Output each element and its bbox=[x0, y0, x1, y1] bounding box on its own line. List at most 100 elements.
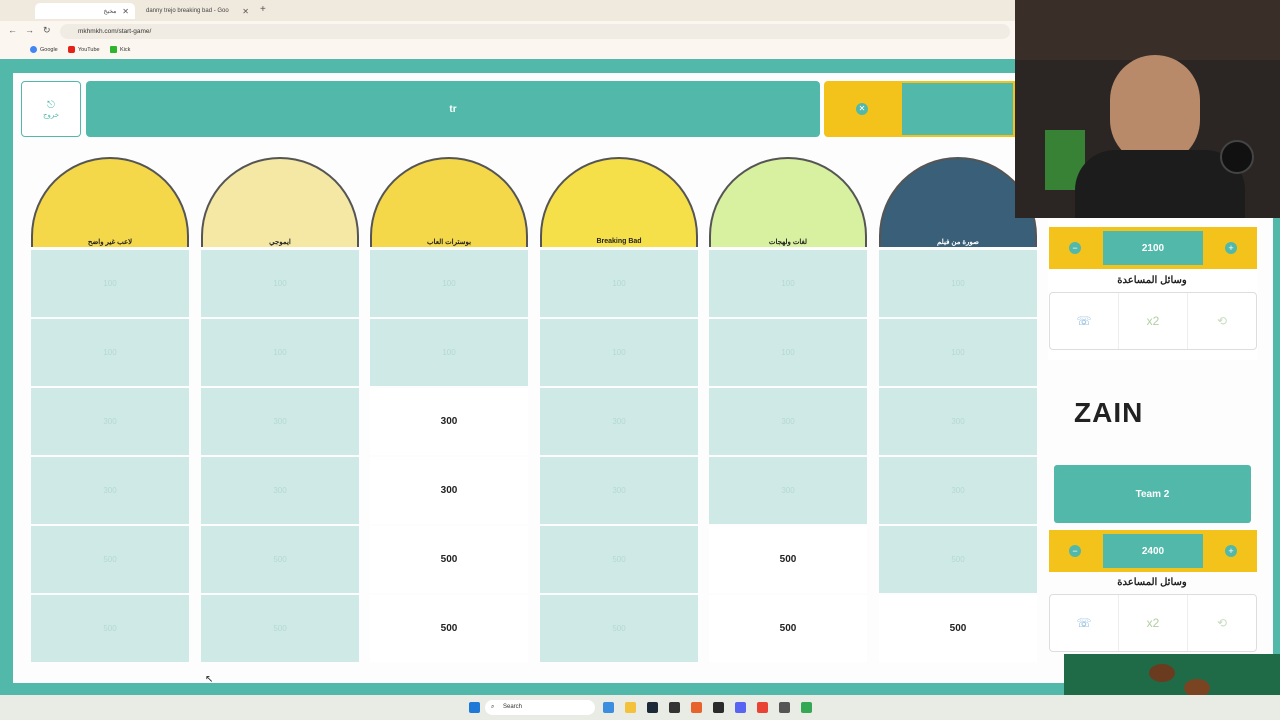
team2-score-bar: − 2400 + bbox=[1049, 530, 1257, 572]
question-cell: 500 bbox=[879, 526, 1037, 593]
mouse-cursor-icon: ↖ bbox=[205, 674, 214, 685]
reload-icon[interactable]: ↻ bbox=[43, 25, 51, 36]
taskbar-search[interactable]: ⌕ Search bbox=[485, 700, 595, 715]
question-cell: 100 bbox=[370, 250, 528, 317]
tab-search[interactable]: danny trejo breaking bad - Goo ✕ bbox=[140, 3, 255, 19]
question-cell: 300 bbox=[201, 388, 359, 455]
youtube-icon bbox=[68, 46, 75, 53]
close-icon[interactable]: ✕ bbox=[242, 7, 249, 16]
question-cell: 300 bbox=[709, 457, 867, 524]
question-cell: 300 bbox=[879, 457, 1037, 524]
category-label: لغات ولهجات bbox=[768, 239, 808, 246]
double-x2-icon[interactable]: x2 bbox=[1119, 293, 1188, 349]
webcam-overlay bbox=[1015, 0, 1280, 218]
team1-score-bar: − 2100 + bbox=[1049, 227, 1257, 269]
sponsor-logo: ZAIN bbox=[1074, 397, 1144, 428]
close-icon[interactable]: ✕ bbox=[122, 7, 129, 16]
back-icon[interactable]: ← bbox=[8, 25, 17, 35]
exit-icon: ⎋ bbox=[47, 99, 55, 111]
app-icon[interactable] bbox=[669, 702, 680, 713]
minus-icon[interactable]: − bbox=[1069, 545, 1081, 557]
bookmark-google[interactable]: Google bbox=[30, 46, 58, 53]
question-cell: 500 bbox=[201, 595, 359, 662]
turn-icon: ✕ bbox=[856, 103, 868, 115]
question-cell: 100 bbox=[540, 319, 698, 386]
bookmark-kick[interactable]: Kick bbox=[110, 46, 130, 53]
forward-icon[interactable]: → bbox=[25, 25, 34, 35]
question-cell: 100 bbox=[370, 319, 528, 386]
turn-indicator: ✕ bbox=[824, 81, 900, 137]
discord-icon[interactable] bbox=[735, 702, 746, 713]
phone-icon[interactable]: ☏ bbox=[1050, 293, 1119, 349]
question-cell: 100 bbox=[709, 319, 867, 386]
team2-name: Team 2 bbox=[1054, 465, 1251, 523]
bookmark-label: Kick bbox=[120, 46, 131, 53]
tab-game[interactable]: مخيخ ✕ bbox=[35, 3, 135, 19]
question-cell: 300 bbox=[540, 457, 698, 524]
team2-score: 2400 bbox=[1103, 534, 1203, 568]
question-cell: 500 bbox=[201, 526, 359, 593]
helpers-title: وسائل المساعدة bbox=[1117, 275, 1187, 286]
question-cell[interactable]: 300 bbox=[370, 457, 528, 524]
bookmark-label: Google bbox=[40, 46, 58, 53]
question-cell[interactable]: 500 bbox=[370, 595, 528, 662]
team1-helpers: ☏ x2 ⟲ bbox=[1049, 292, 1257, 350]
taskbar: ⌕ Search bbox=[0, 695, 1280, 720]
obs-icon[interactable] bbox=[713, 702, 724, 713]
team1-score: 2100 bbox=[1103, 231, 1203, 265]
plus-icon[interactable]: + bbox=[260, 4, 266, 15]
question-cell: 100 bbox=[201, 250, 359, 317]
swap-icon[interactable]: ⟲ bbox=[1188, 293, 1256, 349]
exit-label: خروج bbox=[42, 111, 60, 119]
question-cell: 300 bbox=[31, 388, 189, 455]
helpers-title: وسائل المساعدة bbox=[1117, 577, 1187, 588]
edge-icon[interactable] bbox=[603, 702, 614, 713]
swap-icon[interactable]: ⟲ bbox=[1188, 595, 1256, 651]
question-cell: 300 bbox=[709, 388, 867, 455]
team1-panel: − 2100 + وسائل المساعدة ☏ x2 ⟲ bbox=[1048, 220, 1258, 360]
plus-icon[interactable]: + bbox=[1225, 242, 1237, 254]
question-cell[interactable]: 500 bbox=[370, 526, 528, 593]
minus-icon[interactable]: − bbox=[1069, 242, 1081, 254]
question-cell: 100 bbox=[201, 319, 359, 386]
question-cell[interactable]: 500 bbox=[879, 595, 1037, 662]
question-cell: 100 bbox=[709, 250, 867, 317]
exit-button[interactable]: ⎋ خروج bbox=[21, 81, 81, 137]
question-cell: 100 bbox=[540, 250, 698, 317]
search-icon: ⌕ bbox=[491, 704, 495, 710]
question-cell[interactable]: 500 bbox=[709, 595, 867, 662]
chrome-icon[interactable] bbox=[757, 702, 768, 713]
category-label: ايموجي bbox=[269, 239, 291, 246]
category-label: بوسترات العاب bbox=[426, 239, 472, 246]
steam-icon[interactable] bbox=[647, 702, 658, 713]
app-icon[interactable] bbox=[779, 702, 790, 713]
url-field[interactable]: mkhmkh.com/start-game/ bbox=[60, 24, 1010, 39]
team2-helpers: ☏ x2 ⟲ bbox=[1049, 594, 1257, 652]
question-cell[interactable]: 300 bbox=[370, 388, 528, 455]
bookmark-label: YouTube bbox=[78, 46, 100, 53]
question-cell: 300 bbox=[31, 457, 189, 524]
question-cell: 100 bbox=[879, 250, 1037, 317]
question-cell: 300 bbox=[201, 457, 359, 524]
phone-icon[interactable]: ☏ bbox=[1050, 595, 1119, 651]
category-label: لاعب غير واضح bbox=[87, 239, 133, 246]
file-explorer-icon[interactable] bbox=[625, 702, 636, 713]
question-cell[interactable]: 500 bbox=[709, 526, 867, 593]
question-cell: 500 bbox=[540, 595, 698, 662]
question-cell: 500 bbox=[31, 595, 189, 662]
question-cell: 300 bbox=[879, 388, 1037, 455]
chrome-icon[interactable] bbox=[801, 702, 812, 713]
firefox-icon[interactable] bbox=[691, 702, 702, 713]
tab-label: danny trejo breaking bad - Goo bbox=[146, 8, 229, 14]
bookmark-youtube[interactable]: YouTube bbox=[68, 46, 100, 53]
windows-start-icon[interactable] bbox=[469, 702, 480, 713]
category-label: صورة من فيلم bbox=[936, 239, 979, 246]
question-cell: 300 bbox=[540, 388, 698, 455]
google-icon bbox=[30, 46, 37, 53]
double-x2-icon[interactable]: x2 bbox=[1119, 595, 1188, 651]
question-cell: 100 bbox=[879, 319, 1037, 386]
tab-label: مخيخ bbox=[103, 8, 117, 15]
plus-icon[interactable]: + bbox=[1225, 545, 1237, 557]
search-placeholder: Search bbox=[503, 704, 523, 710]
timer-box bbox=[900, 81, 1015, 137]
